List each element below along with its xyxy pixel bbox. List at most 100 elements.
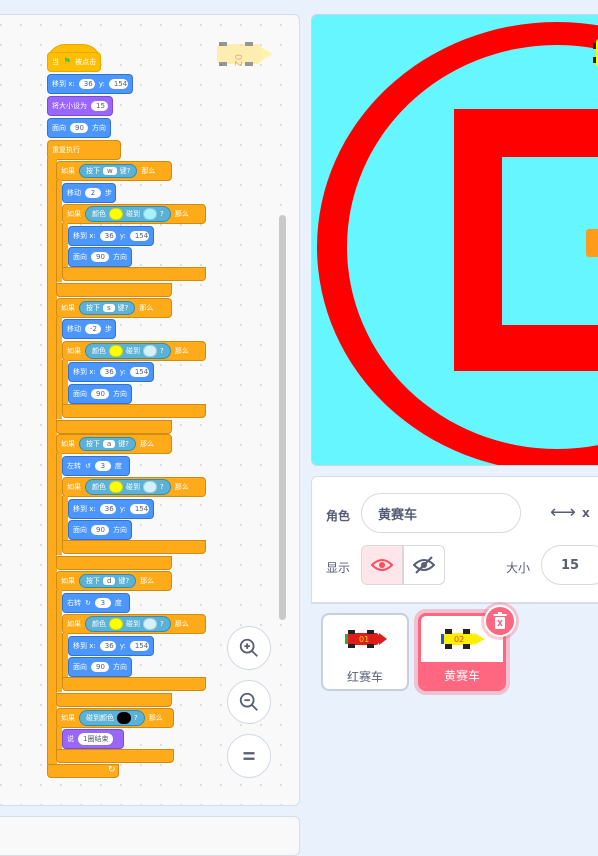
color-swatch-yellow[interactable]	[109, 481, 123, 493]
key-a-dropdown[interactable]: a	[103, 440, 116, 448]
goto-y-input[interactable]: 154	[129, 504, 149, 514]
color-swatch-light[interactable]	[143, 481, 157, 493]
turn-degrees-input[interactable]: 3	[94, 598, 111, 608]
goto-x-input[interactable]: 36	[99, 231, 116, 241]
goto-xy-a-block[interactable]: 移到 x: 36 y: 154	[68, 499, 154, 519]
key-pressed-d-condition[interactable]: 按下 d 键?	[79, 574, 137, 588]
rotate-left-icon: ↺	[85, 462, 91, 470]
size-input[interactable]: 15	[541, 545, 598, 585]
face-dir-s-block[interactable]: 面向 90 方向	[68, 384, 132, 404]
goto-x-input[interactable]: 36	[99, 367, 116, 377]
color-swatch-black[interactable]	[117, 712, 131, 724]
delete-sprite-button[interactable]	[484, 605, 516, 637]
goto-y-input[interactable]: 154	[129, 231, 149, 241]
face-dir-d-block[interactable]: 面向 90 方向	[68, 657, 132, 677]
stage[interactable]	[311, 14, 598, 466]
face-input[interactable]: 90	[91, 662, 109, 672]
move-steps-input[interactable]: -2	[85, 324, 101, 334]
color-swatch-light[interactable]	[143, 345, 157, 357]
if-w-block[interactable]: 如果 按下 w 键? 那么	[56, 161, 172, 181]
face-suffix: 方向	[113, 253, 127, 261]
face-input[interactable]: 90	[91, 252, 109, 262]
if-s-foot	[56, 420, 172, 434]
size-label: 大小	[506, 561, 531, 575]
sprite-tile-red-car[interactable]: 01 红赛车	[321, 613, 409, 691]
face-dir-w-block[interactable]: 面向 90 方向	[68, 247, 132, 267]
goto-label: 移到 x:	[73, 232, 96, 240]
move-label: 移动	[67, 189, 81, 197]
say-block[interactable]: 说 1圈结束	[62, 729, 124, 749]
color-touching-color-condition[interactable]: 颜色 碰到 ?	[85, 616, 171, 632]
touching-color-condition[interactable]: 碰到颜色 ?	[79, 710, 145, 726]
say-text-input[interactable]: 1圈结束	[78, 733, 114, 745]
zoom-out-button[interactable]	[227, 680, 271, 724]
face-input[interactable]: 90	[91, 389, 109, 399]
color-touching-color-condition[interactable]: 颜色 碰到 ?	[85, 206, 171, 222]
touching-label: 碰到	[126, 347, 140, 355]
sprite-name-input[interactable]: 黄赛车	[361, 493, 521, 533]
point-direction-input[interactable]: 90	[70, 123, 88, 133]
goto-xy-w-block[interactable]: 移到 x: 36 y: 154	[68, 226, 154, 246]
if-color-a-foot	[62, 540, 206, 554]
hide-button[interactable]	[403, 545, 445, 585]
set-size-input[interactable]: 15	[91, 101, 108, 111]
key-pressed-a-condition[interactable]: 按下 a 键?	[79, 437, 137, 451]
goto-x-input[interactable]: 36	[78, 79, 95, 89]
color-prefix: 颜色	[92, 210, 106, 218]
if-color-touching-d-block[interactable]: 如果 颜色 碰到 ? 那么	[62, 614, 206, 634]
goto-label: 移到 x:	[73, 368, 96, 376]
color-touching-color-condition[interactable]: 颜色 碰到 ?	[85, 343, 171, 359]
turn-suffix: 度	[114, 599, 122, 607]
touching-color-label: 碰到颜色	[86, 714, 114, 722]
set-size-block[interactable]: 将大小设为 15	[47, 96, 113, 116]
goto-x-input[interactable]: 36	[99, 504, 116, 514]
key-s-dropdown[interactable]: s	[103, 304, 115, 312]
face-input[interactable]: 90	[91, 525, 109, 535]
zoom-reset-button[interactable]	[227, 734, 271, 778]
goto-xy-s-block[interactable]: 移到 x: 36 y: 154	[68, 362, 154, 382]
goto-y-input[interactable]: 154	[108, 79, 128, 89]
color-touching-color-condition[interactable]: 颜色 碰到 ?	[85, 479, 171, 495]
if-color-touching-a-block[interactable]: 如果 颜色 碰到 ? 那么	[62, 477, 206, 497]
green-flag-icon: ⚑	[63, 57, 72, 67]
if-d-block[interactable]: 如果 按下 d 键? 那么	[56, 571, 172, 591]
zoom-in-button[interactable]	[227, 626, 271, 670]
when-flag-clicked-block[interactable]: 当 ⚑ 被点击	[47, 52, 101, 72]
point-direction-block[interactable]: 面向 90 方向	[47, 118, 111, 138]
then-label: 那么	[174, 620, 189, 628]
goto-y-input[interactable]: 154	[129, 367, 149, 377]
color-swatch-cyan[interactable]	[143, 208, 157, 220]
goto-xy-d-block[interactable]: 移到 x: 36 y: 154	[68, 636, 154, 656]
vertical-scrollbar[interactable]	[279, 215, 286, 620]
turn-left-block[interactable]: 左转 ↺ 3 度	[62, 456, 130, 476]
key-w-dropdown[interactable]: w	[103, 167, 117, 175]
turn-degrees-input[interactable]: 3	[94, 461, 111, 471]
goto-y-input[interactable]: 154	[129, 641, 149, 651]
if-s-block[interactable]: 如果 按下 s 键? 那么	[56, 298, 172, 318]
if-color-touching-s-block[interactable]: 如果 颜色 碰到 ? 那么	[62, 341, 206, 361]
if-a-block[interactable]: 如果 按下 a 键? 那么	[56, 434, 172, 454]
goto-x-input[interactable]: 36	[99, 641, 116, 651]
if-label: 如果	[67, 210, 81, 218]
forever-block[interactable]: 重复执行	[47, 140, 121, 160]
color-prefix: 颜色	[92, 620, 106, 628]
turn-left-label: 左转	[67, 462, 81, 470]
turn-right-block[interactable]: 右转 ↻ 3 度	[62, 593, 130, 613]
key-d-dropdown[interactable]: d	[103, 577, 116, 585]
goto-xy-block[interactable]: 移到 x: 36 y: 154	[47, 74, 133, 94]
move-suffix: 步	[105, 189, 112, 197]
face-dir-a-block[interactable]: 面向 90 方向	[68, 520, 132, 540]
key-pressed-w-condition[interactable]: 按下 w 键?	[79, 164, 138, 178]
color-swatch-yellow[interactable]	[109, 618, 123, 630]
move-steps-s-block[interactable]: 移动 -2 步	[62, 319, 116, 339]
key-pressed-s-condition[interactable]: 按下 s 键?	[79, 301, 136, 315]
color-swatch-light[interactable]	[143, 618, 157, 630]
question-mark: ?	[160, 347, 164, 355]
show-visible-button[interactable]	[361, 545, 403, 585]
move-steps-w-block[interactable]: 移动 2 步	[62, 183, 116, 203]
color-swatch-yellow[interactable]	[109, 345, 123, 357]
if-color-touching-w-block[interactable]: 如果 颜色 碰到 ? 那么	[62, 204, 206, 224]
if-touching-black-block[interactable]: 如果 碰到颜色 ? 那么	[56, 708, 174, 728]
color-swatch-yellow[interactable]	[109, 208, 123, 220]
move-steps-input[interactable]: 2	[85, 188, 101, 198]
